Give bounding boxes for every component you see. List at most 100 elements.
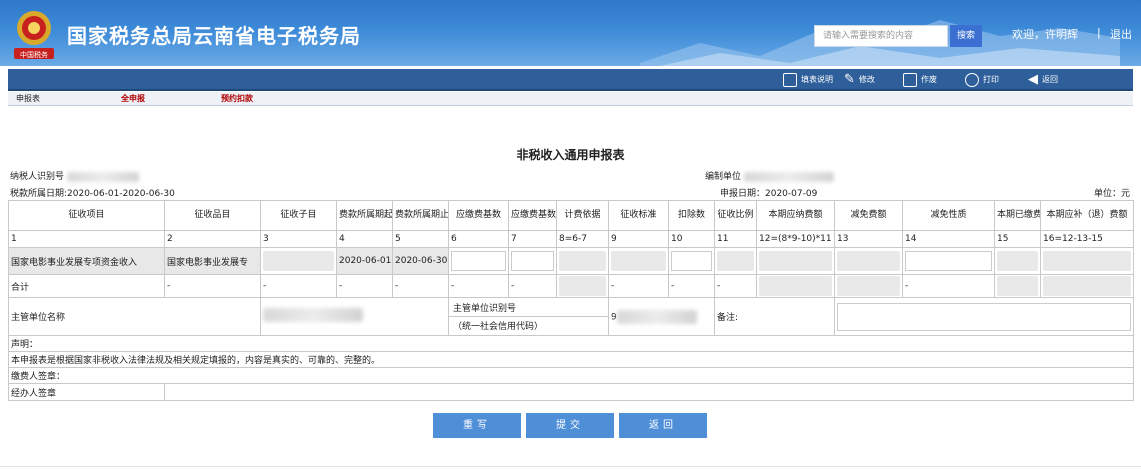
masked-value [263,308,363,322]
rate-cell [714,247,757,275]
period-label: 税款所属日期:2020-06-01-2020-06-30 [10,189,175,199]
declaration-text-row: 本申报表是根据国家非税收入法律法规及相关规定填报的，内容是真实的、可靠的、完整的… [8,351,1134,368]
print-button[interactable]: 打印 [965,69,999,91]
collection-item-select[interactable]: 国家电影事业发展专项资金收入 [8,247,165,275]
search-input[interactable]: 请输入需要搜索的内容 [814,25,948,47]
total-basis-cell [556,274,609,298]
total-dash: - [260,274,337,298]
index-cell: 4 [336,230,393,248]
authority-id-value: 9 [608,297,715,336]
reduction-field [837,251,900,271]
rewrite-button[interactable]: 重写 [433,413,521,438]
table-header: 本期应纳费额 [756,200,835,231]
index-row: 1 2 3 4 5 6 7 8=6-7 9 10 11 12=(8*9-10)*… [8,230,1134,248]
table-header: 征收比例 [714,200,757,231]
toolbar: 填表说明 ✎ 修改 作废 打印 ◀ 返回 [8,69,1133,91]
table-header: 应缴费基数减除额 [508,200,557,231]
tab-full-report[interactable]: 全申报 [121,92,145,106]
fee-base-deduction-cell [508,247,557,275]
total-paid-field [997,276,1038,296]
fee-base-input[interactable] [451,251,506,271]
table-header: 计费依据 [556,200,609,231]
index-cell: 3 [260,230,337,248]
billing-basis-field [559,251,606,271]
index-cell: 2 [164,230,261,248]
footer-divider [0,466,1141,467]
declaration-text: 本申报表是根据国家非税收入法律法规及相关规定填报的，内容是真实的、可靠的、完整的… [8,351,1134,368]
tab-scheduled-deduction[interactable]: 预约扣款 [221,92,253,106]
period-end-field[interactable]: 2020-06-30 [392,247,449,275]
total-payable-cell [756,274,835,298]
total-dash: - [714,274,757,298]
payer-sign-row: 缴费人签章： [8,367,1134,384]
handler-sign-cell [164,383,1134,401]
index-cell: 12=(8*9-10)*11 [756,230,835,248]
payable-field [759,251,832,271]
data-row: 国家电影事业发展专项资金收入 国家电影事业发展专 2020-06-01 2020… [8,247,1134,275]
handler-sign-row: 经办人签章 [8,383,1134,401]
paid-cell [994,247,1041,275]
reduction-type-select[interactable] [905,251,992,271]
rate-field [717,251,754,271]
declaration-table: 征收项目 征收品目 征收子目 费款所属期起 费款所属期止 应缴费基数 应缴费基数… [8,200,1134,401]
index-cell: 15 [994,230,1041,248]
table-header: 征收项目 [8,200,165,231]
standard-cell [608,247,669,275]
paid-field [997,251,1038,271]
total-dash: - [902,274,995,298]
collection-subitem-select[interactable]: 国家电影事业发展专 [164,247,261,275]
declaration-row: 声明： [8,335,1134,352]
instructions-button[interactable]: 填表说明 [783,69,833,91]
total-paid-cell [994,274,1041,298]
total-label: 合计 [8,274,165,298]
total-dash: - [336,274,393,298]
tab-report-form[interactable]: 申报表 [16,92,40,106]
site-header: 中国税务 国家税务总局云南省电子税务局 请输入需要搜索的内容 搜索 欢迎，许明辉… [0,0,1141,66]
index-cell: 14 [902,230,995,248]
table-header: 减免性质 [902,200,995,231]
deduction-cell [668,247,715,275]
period-start-field[interactable]: 2020-06-01 [336,247,393,275]
back-arrow-icon: ◀ [1028,72,1038,87]
org-label: 编制单位 [705,169,834,182]
welcome-user: 欢迎，许明辉 [1012,28,1078,41]
back-button[interactable]: 返回 [619,413,707,438]
table-header: 费款所属期起 [336,200,393,231]
table-header: 本期应补（退）费额 [1040,200,1134,231]
form-title: 非税收入通用申报表 [516,148,625,162]
void-button[interactable]: 作废 [903,69,937,91]
authority-name-label: 主管单位名称 [8,297,261,336]
total-dash: - [448,274,509,298]
masked-value [743,171,834,182]
fee-base-deduction-input[interactable] [511,251,554,271]
table-header: 应缴费基数 [448,200,509,231]
index-cell: 9 [608,230,669,248]
back-toolbar-button[interactable]: ◀ 返回 [1028,69,1058,91]
index-cell: 1 [8,230,165,248]
reduction-cell [834,247,903,275]
submit-button[interactable]: 提交 [526,413,614,438]
total-dash: - [608,274,669,298]
report-date-label: 申报日期：2020-07-09 [720,189,818,199]
subtype-field[interactable] [263,251,334,271]
total-dash: - [668,274,715,298]
authority-name-value [260,297,449,336]
declaration-label: 声明： [8,335,1134,352]
total-dash: - [164,274,261,298]
index-cell: 16=12-13-15 [1040,230,1134,248]
search-button[interactable]: 搜索 [950,25,982,47]
remark-input[interactable] [837,302,1131,331]
total-refund-field [1043,276,1131,296]
void-icon [903,73,917,87]
site-title: 国家税务总局云南省电子税务局 [67,24,361,48]
reduction-type-cell [902,247,995,275]
header-separator: | [1097,26,1101,39]
modify-button[interactable]: ✎ 修改 [844,69,875,91]
refund-field [1043,251,1131,271]
logout-link[interactable]: 退出 [1110,26,1132,42]
payable-cell [756,247,835,275]
index-cell: 11 [714,230,757,248]
credit-code-label: （统一社会信用代码） [453,322,544,332]
authority-id-label: 主管单位识别号 [449,299,608,317]
deduction-input[interactable] [671,251,712,271]
